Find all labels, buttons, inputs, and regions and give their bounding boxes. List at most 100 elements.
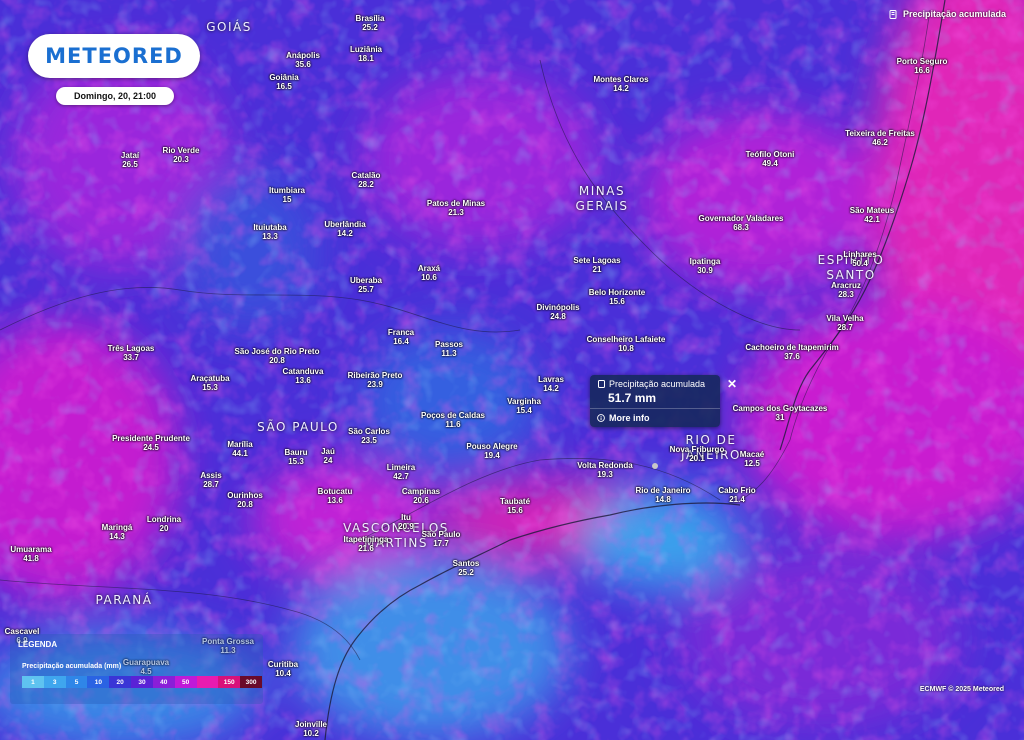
legend-step: 40	[152, 676, 175, 688]
city-marker[interactable]: Poços de Caldas 11.6	[421, 411, 485, 429]
city-marker[interactable]: Rio Verde 20.3	[163, 146, 200, 164]
city-value: 49.4	[762, 159, 778, 168]
city-marker[interactable]: Catalão 28.2	[352, 171, 381, 189]
popup-close-icon[interactable]: ✕	[727, 377, 737, 391]
city-marker[interactable]: Umuarama 41.8	[10, 545, 51, 563]
city-marker[interactable]: Governador Valadares 68.3	[699, 214, 784, 232]
city-marker[interactable]: Goiânia 16.5	[269, 73, 298, 91]
legend-title: LEGENDA	[18, 640, 58, 649]
meteored-logo[interactable]: METEORED	[28, 34, 200, 78]
city-marker[interactable]: Ituiutaba 13.3	[253, 223, 286, 241]
city-name: Limeira	[386, 463, 416, 472]
city-value: 15.3	[288, 457, 304, 466]
city-marker[interactable]: Assis 28.7	[200, 471, 221, 489]
city-marker[interactable]: Joinville 10.2	[295, 720, 327, 738]
city-marker[interactable]: São Carlos 23.5	[348, 427, 390, 445]
city-marker[interactable]: Teófilo Otoni 49.4	[746, 150, 795, 168]
city-marker[interactable]: Montes Claros 14.2	[593, 75, 648, 93]
layer-icon	[598, 380, 605, 388]
city-marker[interactable]: Jaú 24	[321, 447, 335, 465]
city-value: 28.2	[358, 180, 374, 189]
city-marker[interactable]: Luziânia 18.1	[350, 45, 382, 63]
city-value: 37.6	[784, 352, 800, 361]
city-marker[interactable]: Nova Friburgo 20.1	[670, 445, 725, 463]
city-marker[interactable]: Cabo Frio 21.4	[718, 486, 755, 504]
city-name: Patos de Minas	[426, 199, 486, 208]
city-marker[interactable]: Cachoeiro de Itapemirim 37.6	[745, 343, 838, 361]
city-name: Cachoeiro de Itapemirim	[745, 343, 839, 352]
city-marker[interactable]: Presidente Prudente 24.5	[112, 434, 190, 452]
city-marker[interactable]: Conselheiro Lafaiete 10.8	[587, 335, 666, 353]
city-marker[interactable]: Ribeirão Preto 23.9	[348, 371, 403, 389]
city-marker[interactable]: Bauru 15.3	[284, 448, 307, 466]
city-marker[interactable]: São Paulo 17.7	[422, 530, 461, 548]
city-value: 68.3	[733, 223, 749, 232]
city-marker[interactable]: Catanduva 13.6	[283, 367, 324, 385]
layer-selector[interactable]: Precipitação acumulada	[889, 9, 1006, 19]
city-marker[interactable]: Araxá 10.6	[418, 264, 440, 282]
city-marker[interactable]: Varginha 15.4	[507, 397, 541, 415]
city-marker[interactable]: Itu 20.9	[398, 513, 414, 531]
city-marker[interactable]: Ipatinga 30.9	[690, 257, 721, 275]
city-value: 28.3	[838, 290, 854, 299]
city-marker[interactable]: Ourinhos 20.8	[227, 491, 263, 509]
city-name: Santos	[452, 559, 480, 568]
city-marker[interactable]: Maringá 14.3	[102, 523, 133, 541]
city-marker[interactable]: Itapetininga 21.6	[344, 535, 389, 553]
city-marker[interactable]: Teixeira de Freitas 46.2	[845, 129, 915, 147]
city-marker[interactable]: Passos 11.3	[435, 340, 463, 358]
city-marker[interactable]: Brasília 25.2	[356, 14, 385, 32]
city-value: 15.6	[507, 506, 523, 515]
city-marker[interactable]: Curitiba 10.4	[268, 660, 298, 678]
city-marker[interactable]: Santos 25.2	[453, 559, 480, 577]
layer-label: Precipitação acumulada	[902, 9, 1006, 19]
city-marker[interactable]: Volta Redonda 19.3	[577, 461, 632, 479]
city-marker[interactable]: Itumbiara 15	[269, 186, 305, 204]
city-marker[interactable]: Pouso Alegre 19.4	[466, 442, 517, 460]
city-marker[interactable]: Campinas 20.6	[402, 487, 440, 505]
forecast-datetime[interactable]: Domingo, 20, 21:00	[56, 87, 174, 105]
city-value: 21.4	[729, 495, 745, 504]
city-name: Taubaté	[499, 497, 531, 506]
region-label: MINAS GERAIS	[575, 184, 629, 213]
city-marker[interactable]: Taubaté 15.6	[500, 497, 530, 515]
city-marker[interactable]: Linhares 50.4	[843, 250, 876, 268]
city-marker[interactable]: Vila Velha 28.7	[826, 314, 863, 332]
logo-text: METEORED	[45, 44, 183, 68]
city-marker[interactable]: Campos dos Goytacazes 31	[733, 404, 828, 422]
city-value: 12.5	[744, 459, 760, 468]
city-marker[interactable]: Uberaba 25.7	[350, 276, 382, 294]
city-marker[interactable]: Belo Horizonte 15.6	[589, 288, 645, 306]
city-name: Maringá	[101, 523, 133, 532]
city-value: 20.8	[269, 356, 285, 365]
city-value: 33.7	[123, 353, 139, 362]
city-marker[interactable]: Londrina 20	[147, 515, 181, 533]
city-marker[interactable]: Franca 16.4	[388, 328, 414, 346]
city-marker[interactable]: Botucatu 13.6	[318, 487, 353, 505]
city-marker[interactable]: Divinópolis 24.8	[536, 303, 579, 321]
city-marker[interactable]: Patos de Minas 21.3	[427, 199, 485, 217]
city-marker[interactable]: Jataí 26.5	[121, 151, 139, 169]
city-marker[interactable]: Aracruz 28.3	[831, 281, 861, 299]
city-marker[interactable]: Lavras 14.2	[538, 375, 564, 393]
city-marker[interactable]: Araçatuba 15.3	[190, 374, 229, 392]
legend-step: 10	[87, 676, 110, 688]
city-name: São José do Rio Preto	[234, 347, 320, 356]
city-marker[interactable]: Três Lagoas 33.7	[108, 344, 155, 362]
city-marker[interactable]: São José do Rio Preto 20.8	[235, 347, 320, 365]
city-marker[interactable]: Porto Seguro 16.6	[897, 57, 948, 75]
city-marker[interactable]: São Mateus 42.1	[850, 206, 894, 224]
city-marker[interactable]: Anápolis 35.6	[286, 51, 320, 69]
city-marker[interactable]: Sete Lagoas 21	[573, 256, 620, 274]
city-name: Itu	[401, 513, 411, 522]
city-marker[interactable]: Uberlândia 14.2	[324, 220, 365, 238]
city-marker[interactable]: Macaé 12.5	[740, 450, 764, 468]
city-marker[interactable]: Marília 44.1	[227, 440, 252, 458]
city-value: 13.6	[327, 496, 343, 505]
city-marker[interactable]: Rio de Janeiro 14.8	[635, 486, 690, 504]
city-marker[interactable]: Limeira 42.7	[387, 463, 415, 481]
precipitation-map[interactable]	[0, 0, 1024, 740]
legend-panel[interactable]: LEGENDA Precipitação acumulada (mm) 1351…	[10, 634, 263, 704]
more-info-link[interactable]: More info	[590, 408, 720, 427]
city-value: 25.2	[362, 23, 378, 32]
